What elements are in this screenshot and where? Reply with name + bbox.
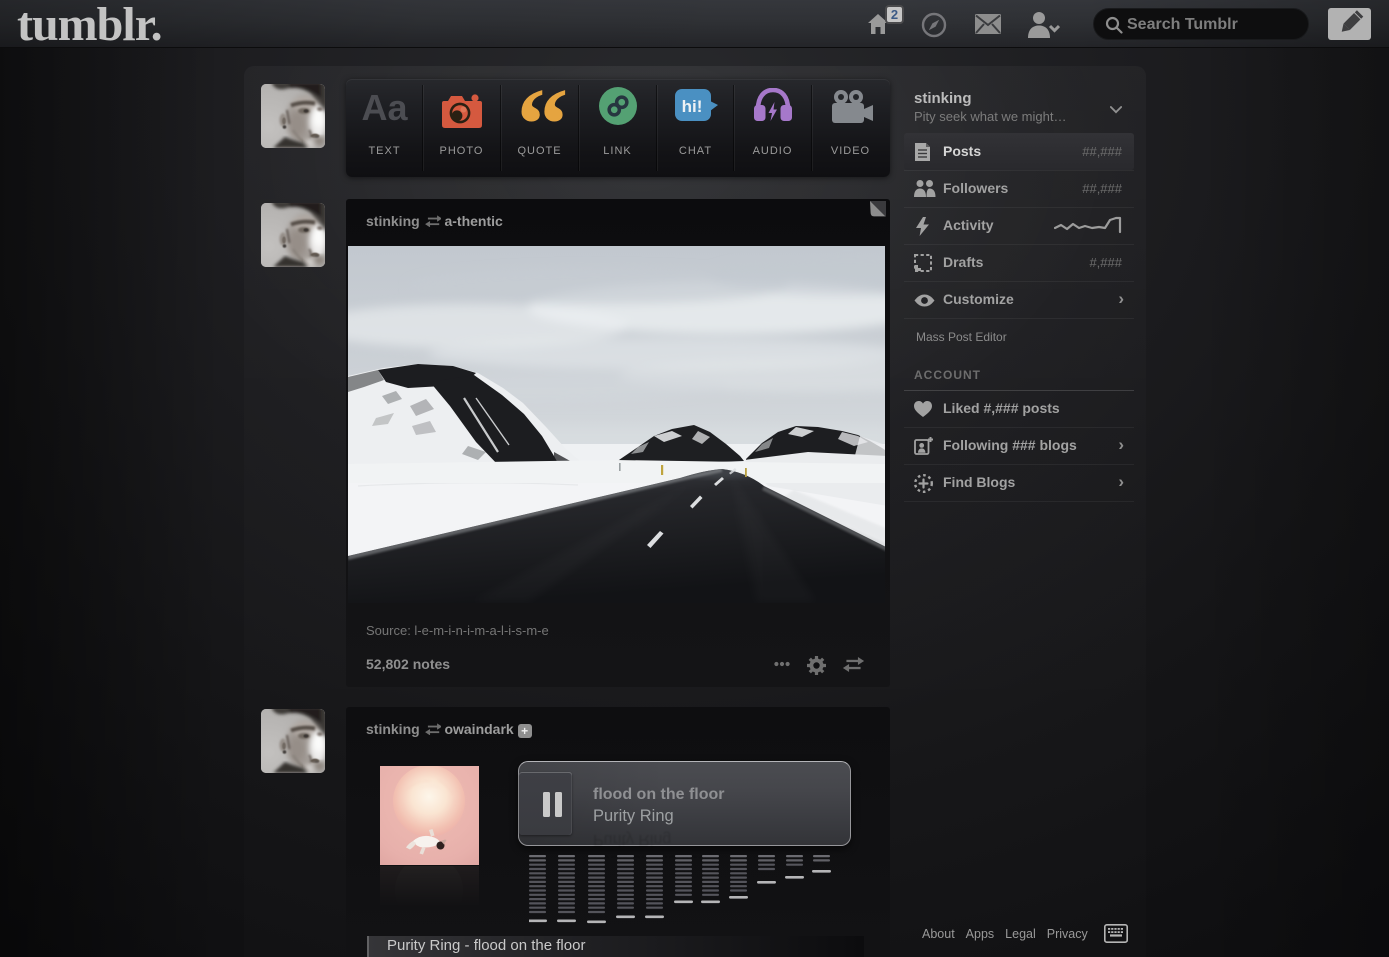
svg-text:hi!: hi! <box>682 97 703 116</box>
